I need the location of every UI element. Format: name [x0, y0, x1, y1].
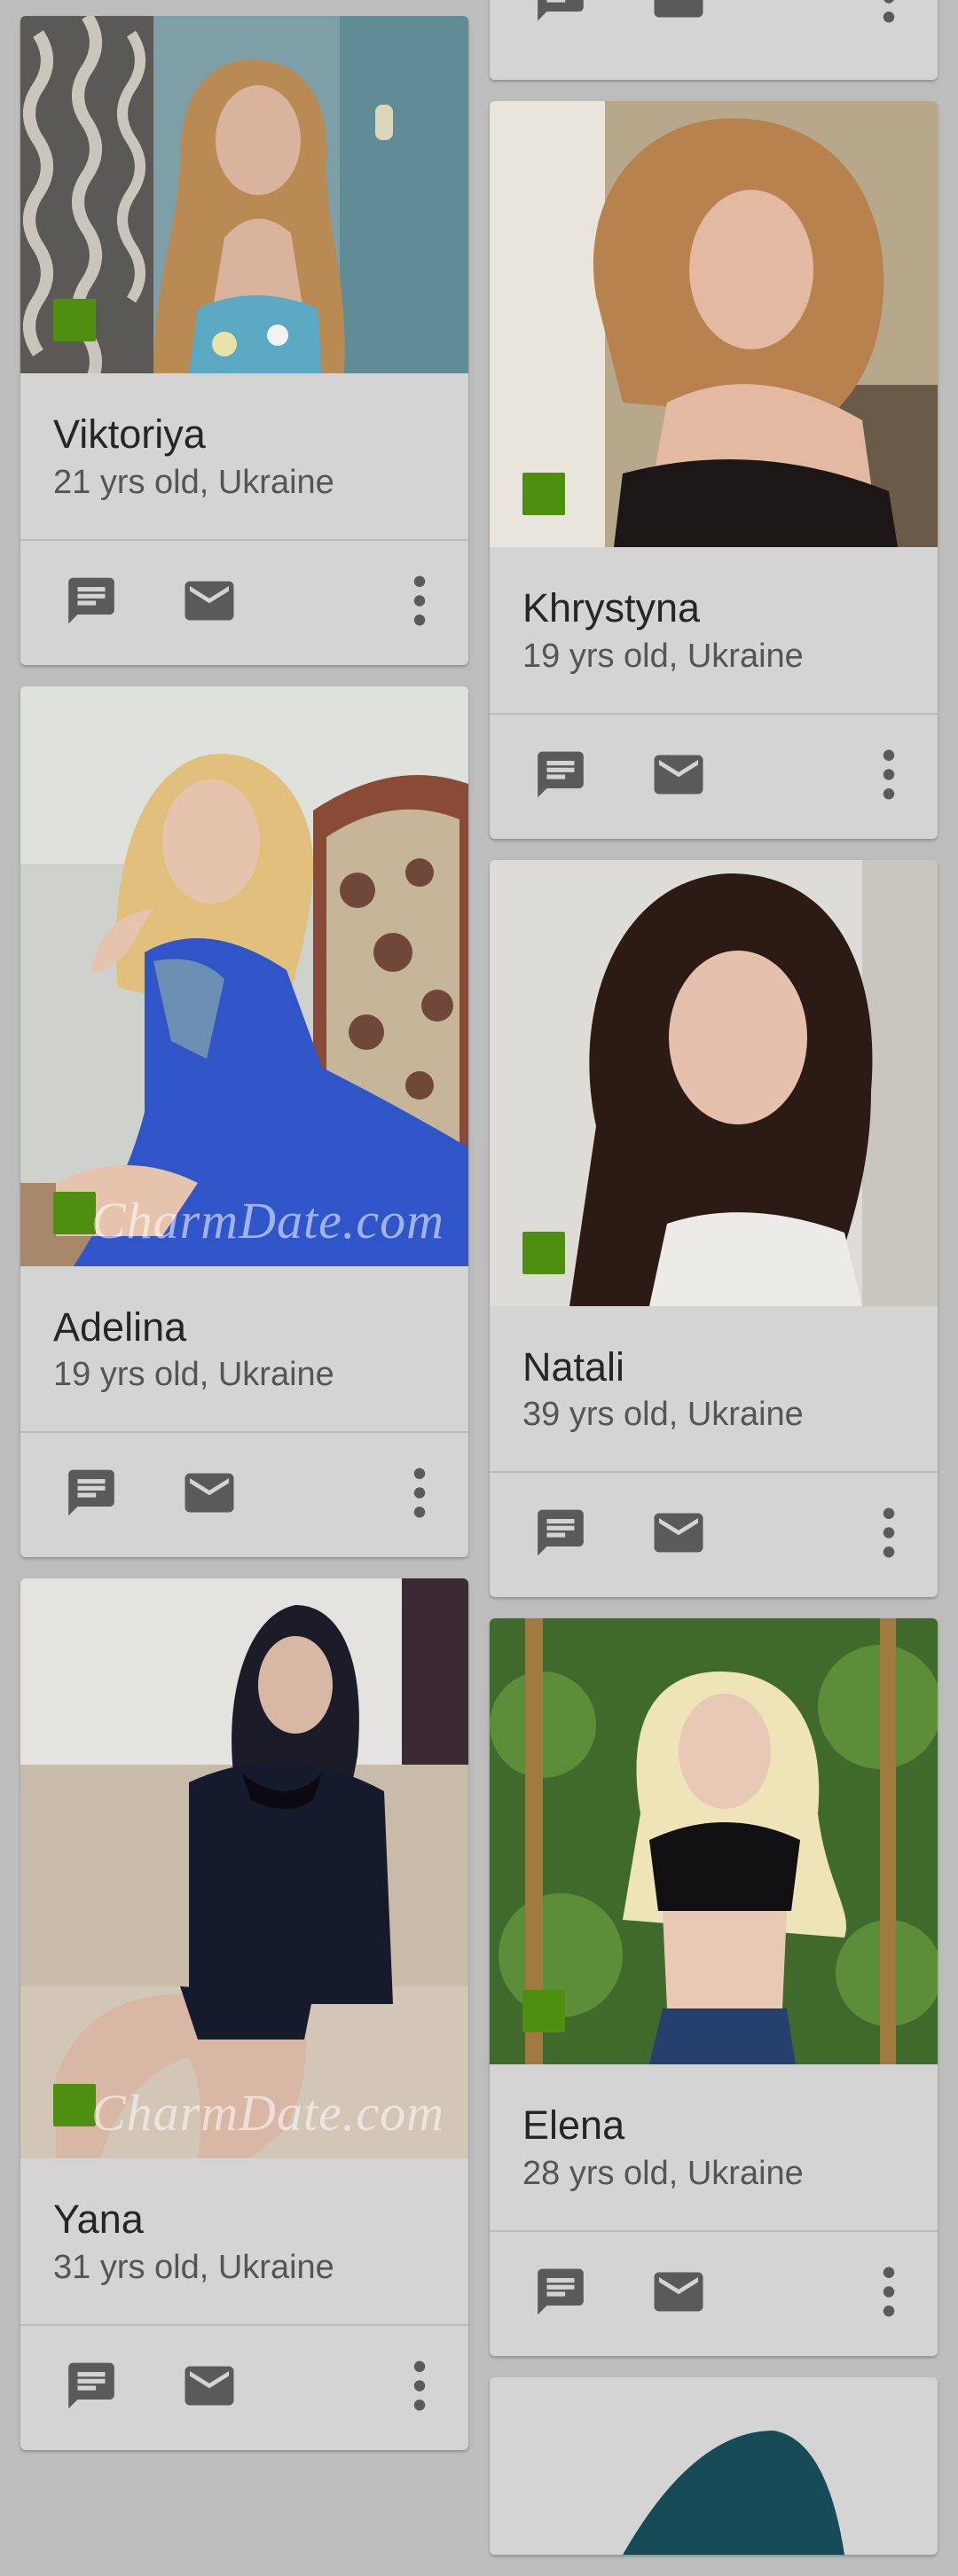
- profile-name[interactable]: Elena: [522, 2103, 905, 2148]
- chat-button[interactable]: [531, 2264, 590, 2323]
- profile-actions: [490, 0, 938, 80]
- more-vert-icon: [413, 1468, 426, 1518]
- profile-photo[interactable]: CharmDate.com: [20, 685, 468, 1266]
- more-vert-icon: [883, 2267, 895, 2316]
- profile-photo: [490, 2376, 938, 2555]
- profile-card[interactable]: Viktoriya 21 yrs old, Ukraine: [20, 16, 468, 665]
- profile-info[interactable]: Khrystyna 19 yrs old, Ukraine: [490, 547, 938, 715]
- profile-card[interactable]: Natali 39 yrs old, Ukraine: [490, 859, 938, 1597]
- profile-name[interactable]: Adelina: [53, 1304, 436, 1350]
- chat-icon: [538, 0, 584, 21]
- profile-actions: [490, 1473, 938, 1597]
- mail-icon: [654, 755, 703, 794]
- mail-button[interactable]: [180, 2361, 239, 2415]
- more-options-button[interactable]: [880, 749, 898, 803]
- mail-button[interactable]: [649, 0, 708, 27]
- profile-photo[interactable]: [490, 1618, 938, 2064]
- profile-column-right: Khrystyna 19 yrs old, Ukraine Natali 39 …: [490, 0, 938, 2576]
- profile-name[interactable]: Khrystyna: [522, 586, 905, 630]
- more-vert-icon: [413, 575, 426, 625]
- profile-card-partial[interactable]: [490, 0, 938, 80]
- profile-info[interactable]: Elena 28 yrs old, Ukraine: [490, 2064, 938, 2232]
- profile-photo[interactable]: CharmDate.com: [20, 1578, 468, 2158]
- profile-actions: [20, 2326, 468, 2450]
- profile-photo[interactable]: [490, 101, 938, 547]
- person-image: [56, 1605, 393, 2158]
- person-image: [56, 753, 468, 1266]
- online-status-indicator: [53, 2084, 96, 2126]
- mail-icon: [185, 2366, 234, 2405]
- profile-actions: [20, 541, 468, 665]
- profile-card[interactable]: Khrystyna 19 yrs old, Ukraine: [490, 101, 938, 839]
- online-status-indicator: [522, 1990, 565, 2032]
- more-options-button[interactable]: [411, 1468, 428, 1523]
- more-options-button[interactable]: [880, 0, 898, 27]
- more-options-button[interactable]: [880, 1507, 898, 1562]
- chat-button[interactable]: [531, 0, 590, 30]
- chat-button[interactable]: [531, 747, 590, 806]
- chat-icon: [68, 1469, 114, 1516]
- profile-photo[interactable]: [490, 859, 938, 1306]
- chat-button[interactable]: [62, 573, 121, 632]
- profile-name[interactable]: Yana: [53, 2197, 436, 2242]
- profile-column-left: Viktoriya 21 yrs old, Ukraine CharmDate.…: [20, 16, 468, 2471]
- profile-card[interactable]: CharmDate.com Adelina 19 yrs old, Ukrain…: [20, 685, 468, 1557]
- more-vert-icon: [883, 749, 895, 799]
- online-status-indicator: [53, 1191, 96, 1234]
- profile-name[interactable]: Natali: [522, 1344, 905, 1390]
- profile-actions: [490, 715, 938, 839]
- more-vert-icon: [883, 0, 895, 23]
- profile-details: 39 yrs old, Ukraine: [522, 1396, 804, 1433]
- profile-name[interactable]: Viktoriya: [53, 412, 436, 457]
- profile-info[interactable]: Adelina 19 yrs old, Ukraine: [20, 1266, 468, 1433]
- mail-button[interactable]: [649, 749, 708, 803]
- profile-info[interactable]: Natali 39 yrs old, Ukraine: [490, 1306, 938, 1473]
- mail-icon: [185, 581, 234, 620]
- mail-icon: [654, 0, 703, 18]
- online-status-indicator: [522, 1231, 565, 1274]
- mail-button[interactable]: [649, 2267, 708, 2321]
- profile-actions: [490, 2232, 938, 2356]
- mail-icon: [654, 1513, 703, 1553]
- photo-watermark: CharmDate.com: [91, 1191, 445, 1249]
- profile-info[interactable]: Yana 31 yrs old, Ukraine: [20, 2158, 468, 2326]
- mail-button[interactable]: [180, 1468, 239, 1523]
- chat-icon: [538, 751, 584, 797]
- chat-icon: [538, 1509, 584, 1556]
- profile-details: 19 yrs old, Ukraine: [53, 1356, 334, 1393]
- mail-icon: [185, 1473, 234, 1513]
- profile-details: 31 yrs old, Ukraine: [53, 2248, 334, 2286]
- chat-icon: [68, 2362, 114, 2408]
- online-status-indicator: [522, 473, 565, 515]
- more-options-button[interactable]: [880, 2267, 898, 2321]
- profile-details: 19 yrs old, Ukraine: [522, 637, 804, 675]
- profile-details: 21 yrs old, Ukraine: [53, 463, 334, 501]
- mail-button[interactable]: [649, 1508, 708, 1562]
- online-status-indicator: [53, 299, 96, 341]
- profile-card[interactable]: CharmDate.com Yana 31 yrs old, Ukraine: [20, 1578, 468, 2450]
- profile-photo[interactable]: [20, 16, 468, 373]
- profile-actions: [20, 1433, 468, 1557]
- chat-button[interactable]: [62, 1466, 121, 1525]
- chat-icon: [538, 2268, 584, 2314]
- mail-icon: [654, 2272, 703, 2311]
- mail-button[interactable]: [180, 575, 239, 630]
- more-vert-icon: [413, 2361, 426, 2410]
- profile-card-partial[interactable]: [490, 2376, 938, 2555]
- photo-watermark: CharmDate.com: [91, 2084, 445, 2141]
- chat-button[interactable]: [531, 1506, 590, 1565]
- more-vert-icon: [883, 1507, 895, 1558]
- profile-info[interactable]: Viktoriya 21 yrs old, Ukraine: [20, 373, 468, 541]
- profile-details: 28 yrs old, Ukraine: [522, 2154, 804, 2192]
- more-options-button[interactable]: [411, 575, 428, 630]
- more-options-button[interactable]: [411, 2361, 428, 2415]
- chat-button[interactable]: [62, 2358, 121, 2417]
- chat-icon: [68, 577, 114, 623]
- profile-card[interactable]: Elena 28 yrs old, Ukraine: [490, 1618, 938, 2356]
